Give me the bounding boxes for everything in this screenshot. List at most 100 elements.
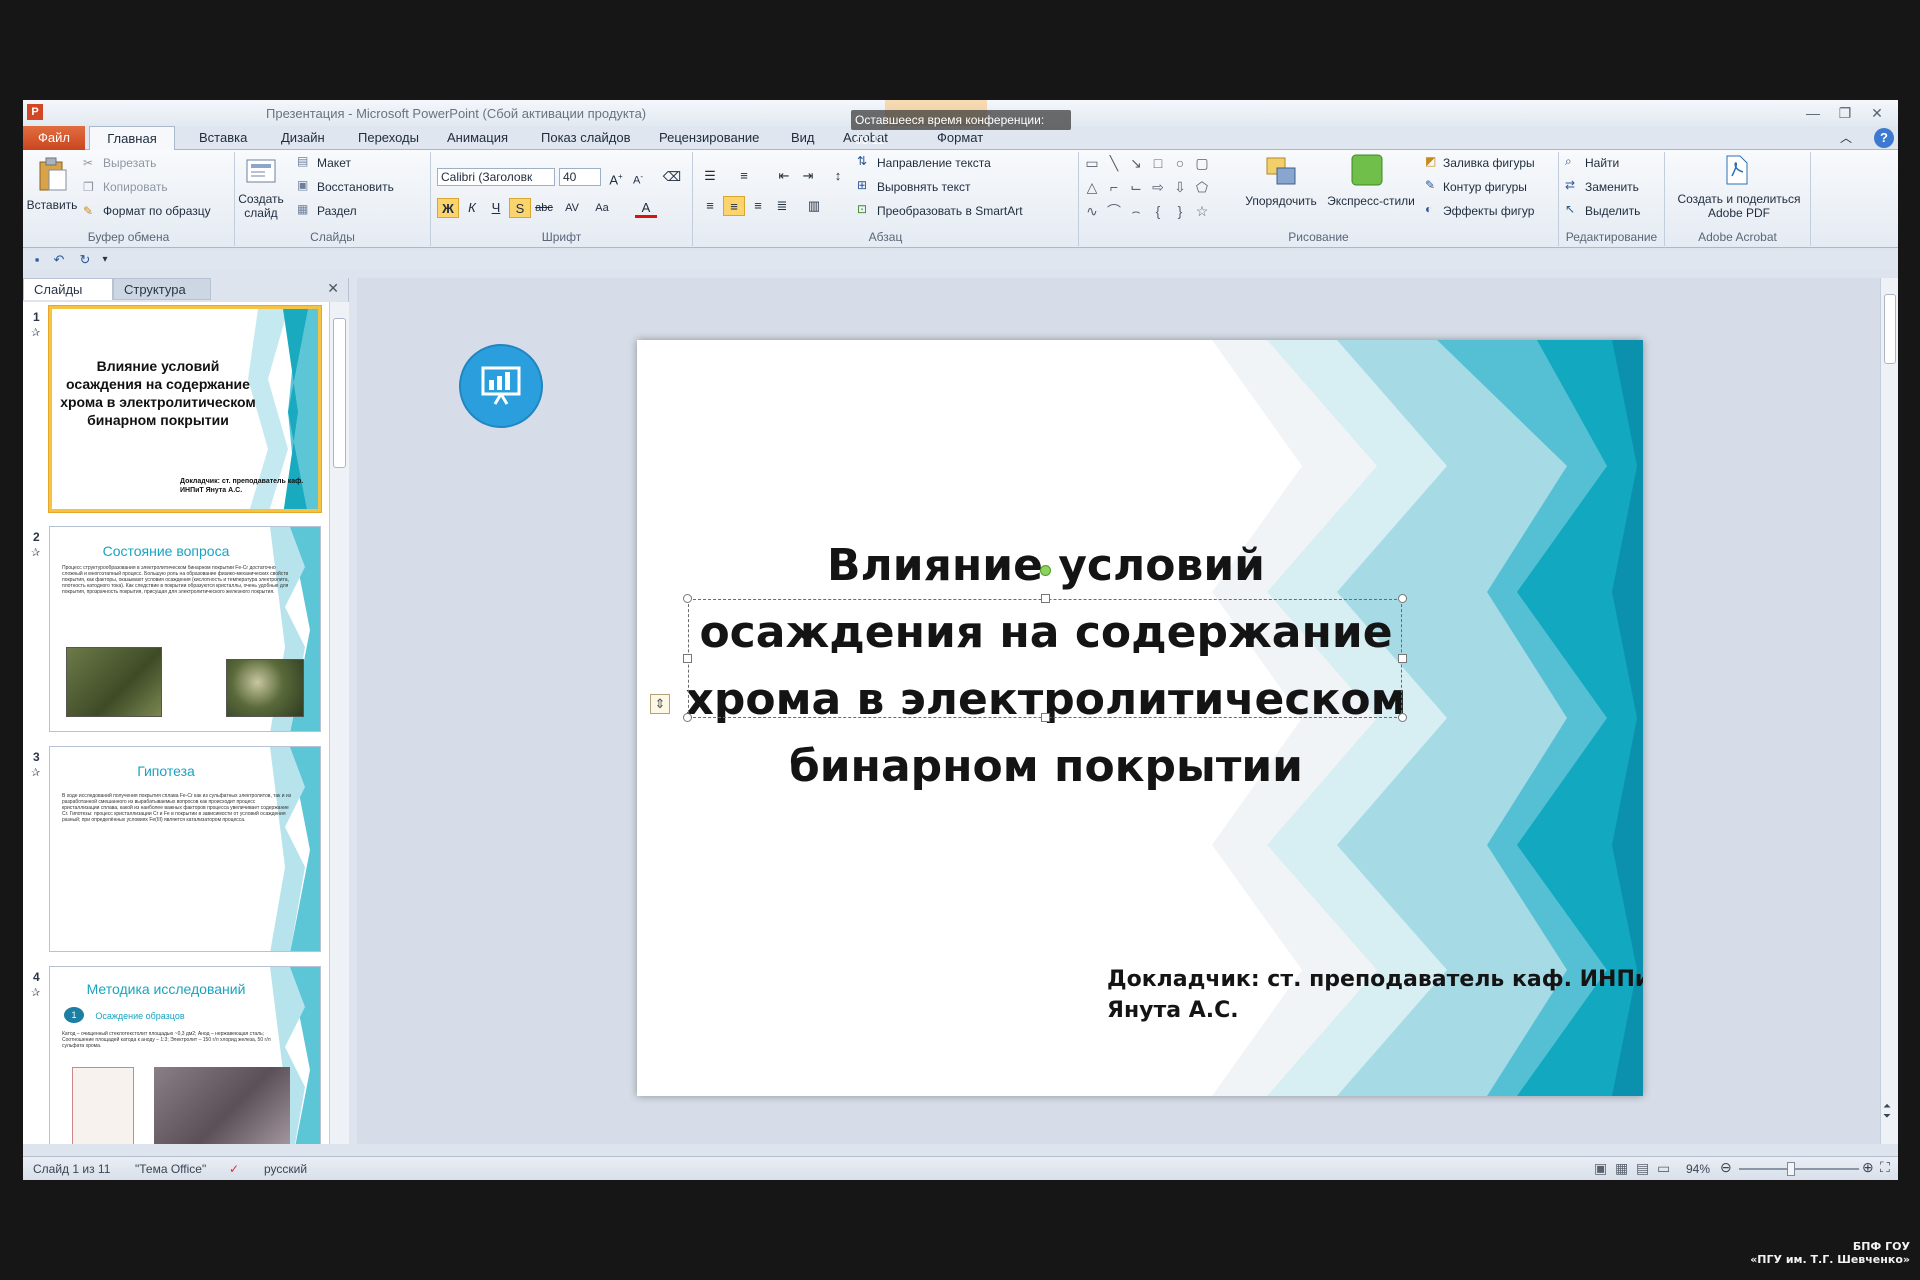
select-button[interactable]: Выделить	[1585, 204, 1640, 218]
increase-indent-icon[interactable]: ⇥	[797, 166, 819, 186]
shape-brace-left-icon[interactable]: {	[1149, 202, 1167, 220]
zoom-slider[interactable]	[1739, 1168, 1859, 1170]
close-pane-icon[interactable]: ✕	[327, 280, 339, 297]
strikethrough-icon[interactable]: abc	[533, 198, 555, 218]
numbering-icon[interactable]: ≡	[733, 166, 755, 186]
italic-icon[interactable]: К	[461, 198, 483, 218]
cut-button[interactable]: Вырезать	[103, 156, 156, 170]
shape-textbox-icon[interactable]: ▭	[1083, 154, 1101, 172]
ribbon-minimize-icon[interactable]: ︿	[1832, 126, 1860, 150]
smartart-button[interactable]: Преобразовать в SmartArt	[877, 204, 1023, 218]
resize-handle[interactable]	[683, 594, 692, 603]
save-icon[interactable]: ▪	[29, 252, 45, 268]
change-case-icon[interactable]: Aa	[591, 198, 613, 218]
shape-star-icon[interactable]: ☆	[1193, 202, 1211, 220]
thumbnails-scroll-thumb[interactable]	[333, 318, 346, 468]
shape-outline-button[interactable]: Контур фигуры	[1443, 180, 1527, 194]
paste-button[interactable]: Вставить	[25, 198, 79, 212]
shape-elbow-icon[interactable]: ⌐	[1105, 178, 1123, 196]
decrease-indent-icon[interactable]: ⇤	[773, 166, 795, 186]
adobe-pdf-icon[interactable]	[1721, 154, 1751, 186]
shape-oval-icon[interactable]: ○	[1171, 154, 1189, 172]
shape-effects-button[interactable]: Эффекты фигур	[1443, 204, 1534, 218]
slide-thumbnail-1[interactable]: Влияние условий осаждения на содержание …	[49, 306, 321, 512]
slide-scrollbar[interactable]: ⏶ ⏷	[1880, 278, 1898, 1144]
create-share-pdf-button[interactable]: Создать и поделиться Adobe PDF	[1669, 192, 1809, 220]
resize-handle[interactable]	[1398, 654, 1407, 663]
copy-button[interactable]: Копировать	[103, 180, 168, 194]
align-right-icon[interactable]: ≡	[747, 196, 769, 216]
quick-styles-button[interactable]: Экспресс-стили	[1325, 194, 1417, 208]
tab-review[interactable]: Рецензирование	[651, 126, 767, 150]
shapes-gallery[interactable]: ▭ ╲ ↘ □ ○ ▢ △ ⌐ ⌙ ⇨ ⇩ ⬠ ∿ ⌒ ⌢ { } ☆	[1083, 154, 1233, 224]
bold-icon[interactable]: Ж	[437, 198, 459, 218]
line-spacing-icon[interactable]: ↕	[827, 166, 849, 186]
resize-handle[interactable]	[1398, 713, 1407, 722]
arrange-icon[interactable]	[1263, 154, 1301, 190]
arrange-button[interactable]: Упорядочить	[1239, 194, 1323, 208]
align-text-button[interactable]: Выровнять текст	[877, 180, 970, 194]
tab-file[interactable]: Файл	[23, 126, 85, 150]
slide-thumbnail-2[interactable]: Состояние вопроса Процесс структурообраз…	[49, 526, 321, 732]
customize-qat-icon[interactable]: ▾	[97, 252, 113, 268]
fit-to-window-icon[interactable]: ⛶	[1880, 1159, 1890, 1176]
tab-transitions[interactable]: Переходы	[350, 126, 427, 150]
font-color-icon[interactable]: A	[635, 198, 657, 218]
restore-button[interactable]: ❐	[1830, 103, 1860, 123]
spellcheck-icon[interactable]: ✓	[229, 1162, 239, 1176]
shape-triangle-icon[interactable]: △	[1083, 178, 1101, 196]
justify-icon[interactable]: ≣	[771, 196, 793, 216]
current-slide[interactable]: Влияние условий осаждения на содержание …	[637, 340, 1643, 1096]
tab-view[interactable]: Вид	[783, 126, 823, 150]
autofit-options-icon[interactable]: ⇕	[650, 694, 670, 714]
new-slide-icon[interactable]	[245, 156, 277, 188]
character-spacing-icon[interactable]: AV	[561, 198, 583, 218]
section-button[interactable]: Раздел	[317, 204, 357, 218]
quick-styles-icon[interactable]	[1349, 152, 1387, 190]
thumbnails-scrollbar[interactable]	[329, 302, 349, 1144]
tab-animations[interactable]: Анимация	[439, 126, 516, 150]
resize-handle[interactable]	[1041, 594, 1050, 603]
tab-insert[interactable]: Вставка	[191, 126, 255, 150]
shape-arc-icon[interactable]: ⌢	[1127, 202, 1145, 220]
shape-connector-icon[interactable]: ⌙	[1127, 178, 1145, 196]
bullets-icon[interactable]: ☰	[699, 166, 721, 186]
align-center-icon[interactable]: ≡	[723, 196, 745, 216]
tab-design[interactable]: Дизайн	[273, 126, 333, 150]
shape-curve-icon[interactable]: ⌒	[1105, 202, 1123, 220]
shape-arrow-line-icon[interactable]: ↘	[1127, 154, 1145, 172]
resize-handle[interactable]	[1041, 713, 1050, 722]
reset-button[interactable]: Восстановить	[317, 180, 394, 194]
resize-handle[interactable]	[683, 654, 692, 663]
undo-icon[interactable]: ↶	[51, 252, 67, 268]
slide-sorter-icon[interactable]: ▦	[1615, 1160, 1628, 1177]
slide-thumbnail-3[interactable]: Гипотеза В ходе исследований получения п…	[49, 746, 321, 952]
font-size-combo[interactable]: 40	[559, 168, 601, 186]
underline-icon[interactable]: Ч	[485, 198, 507, 218]
title-selection-box[interactable]	[688, 599, 1402, 718]
find-button[interactable]: Найти	[1585, 156, 1619, 170]
shape-fill-button[interactable]: Заливка фигуры	[1443, 156, 1535, 170]
paste-icon[interactable]	[35, 156, 69, 192]
shape-rectangle-icon[interactable]: □	[1149, 154, 1167, 172]
shape-line-icon[interactable]: ╲	[1105, 154, 1123, 172]
text-shadow-icon[interactable]: S	[509, 198, 531, 218]
font-name-combo[interactable]: Calibri (Заголовк	[437, 168, 555, 186]
pane-tab-slides[interactable]: Слайды	[23, 278, 113, 300]
shape-brace-right-icon[interactable]: }	[1171, 202, 1189, 220]
zoom-slider-thumb[interactable]	[1787, 1162, 1795, 1176]
new-slide-button[interactable]: Создать слайд	[235, 192, 287, 220]
reading-view-icon[interactable]: ▤	[1636, 1160, 1649, 1177]
slide-show-icon[interactable]: ▭	[1657, 1160, 1670, 1177]
language-indicator[interactable]: русский	[264, 1162, 307, 1176]
text-direction-button[interactable]: Направление текста	[877, 156, 991, 170]
tab-home[interactable]: Главная	[89, 126, 175, 151]
minimize-button[interactable]: —	[1798, 103, 1828, 123]
pane-tab-outline[interactable]: Структура	[113, 278, 211, 300]
align-left-icon[interactable]: ≡	[699, 196, 721, 216]
presentation-chart-icon[interactable]	[459, 344, 543, 428]
zoom-level[interactable]: 94%	[1686, 1162, 1710, 1176]
normal-view-icon[interactable]: ▣	[1594, 1160, 1607, 1177]
shape-right-arrow-icon[interactable]: ⇨	[1149, 178, 1167, 196]
resize-handle[interactable]	[1398, 594, 1407, 603]
